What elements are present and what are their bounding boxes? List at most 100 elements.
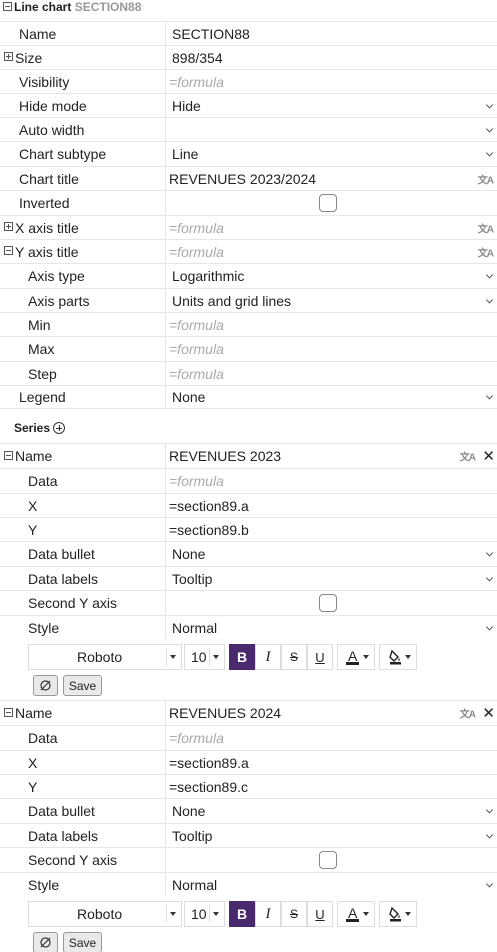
prop-label: Data xyxy=(0,726,166,750)
panel-section-name: SECTION88 xyxy=(74,0,142,14)
chevron-down-icon xyxy=(485,392,494,400)
chart-title-input[interactable]: REVENUES 2023/2024 文A xyxy=(167,167,497,190)
y-axis-title-input[interactable]: =formula 文A xyxy=(167,240,497,263)
remove-series-icon[interactable]: ✕ xyxy=(482,704,495,722)
series-data-input[interactable]: =formula xyxy=(167,726,497,750)
chevron-down-icon xyxy=(485,149,494,157)
size-field[interactable]: 898/354 xyxy=(167,46,497,69)
series-labels-row: Data labels Tooltip xyxy=(0,823,497,847)
series-bullet-row: Data bullet None xyxy=(0,541,497,566)
series-data-input[interactable]: =formula xyxy=(167,469,497,493)
prop-label: Second Y axis xyxy=(0,591,166,615)
chart-subtype-select[interactable]: Line xyxy=(167,142,497,166)
font-family-select[interactable]: Roboto xyxy=(28,901,182,927)
collapse-icon[interactable] xyxy=(4,707,13,717)
data-bullet-select[interactable]: None xyxy=(167,799,497,823)
italic-button[interactable]: I xyxy=(255,644,281,670)
series-x-row: X =section89.a xyxy=(0,493,497,517)
bold-button[interactable]: B xyxy=(229,644,255,670)
input-value: REVENUES 2024 xyxy=(169,705,282,721)
axis-type-select[interactable]: Logarithmic xyxy=(167,264,497,288)
expand-icon[interactable] xyxy=(4,52,13,61)
second-y-axis-checkbox[interactable] xyxy=(319,851,337,869)
collapse-icon[interactable] xyxy=(4,450,13,460)
bold-button[interactable]: B xyxy=(229,901,255,927)
clear-format-button[interactable] xyxy=(33,675,58,696)
prop-label: Min xyxy=(0,313,166,336)
prop-label: Style xyxy=(0,616,166,639)
series-name-input[interactable]: REVENUES 2024 文A ✕ xyxy=(167,701,497,725)
style-select[interactable]: Normal xyxy=(167,873,497,896)
underline-button[interactable]: U xyxy=(307,901,333,927)
data-labels-select[interactable]: Tooltip xyxy=(167,567,497,590)
series-x-input[interactable]: =section89.a xyxy=(167,494,497,517)
translate-icon[interactable]: 文A xyxy=(478,171,494,186)
eraser-off-icon xyxy=(40,937,51,948)
chevron-down-icon xyxy=(485,573,494,582)
prop-label: Data labels xyxy=(0,824,166,847)
underline-button[interactable]: U xyxy=(307,644,333,670)
min-input[interactable]: =formula xyxy=(167,313,497,336)
prop-label: Inverted xyxy=(0,191,166,215)
select-value: None xyxy=(172,389,206,405)
font-size-select[interactable]: 10 xyxy=(184,644,225,670)
fill-color-button[interactable] xyxy=(379,901,417,927)
clear-format-button[interactable] xyxy=(33,932,58,952)
translate-icon[interactable]: 文A xyxy=(460,706,476,721)
series-second-y-row: Second Y axis xyxy=(0,847,497,872)
style-select[interactable]: Normal xyxy=(167,616,497,639)
max-input[interactable]: =formula xyxy=(167,337,497,361)
prop-label: Chart subtype xyxy=(0,142,166,166)
add-series-icon[interactable] xyxy=(53,422,66,434)
prop-label: Auto width xyxy=(0,118,166,141)
x-axis-title-input[interactable]: =formula 文A xyxy=(167,216,497,239)
strikethrough-button[interactable]: S xyxy=(281,901,307,927)
collapse-icon[interactable] xyxy=(4,246,13,255)
series-x-row: X =section89.a xyxy=(0,750,497,774)
font-family-select[interactable]: Roboto xyxy=(28,644,182,670)
legend-select[interactable]: None xyxy=(167,386,497,408)
step-input[interactable]: =formula xyxy=(167,362,497,385)
series-y-input[interactable]: =section89.b xyxy=(167,518,497,541)
text-color-button[interactable]: A xyxy=(337,644,375,670)
fill-color-button[interactable] xyxy=(379,644,417,670)
collapse-icon[interactable] xyxy=(3,2,12,12)
paint-bucket-icon xyxy=(389,649,401,665)
data-labels-select[interactable]: Tooltip xyxy=(167,824,497,847)
auto-width-select[interactable] xyxy=(167,118,497,141)
italic-button[interactable]: I xyxy=(255,901,281,927)
series-y-input[interactable]: =section89.c xyxy=(167,775,497,798)
visibility-input[interactable]: =formula xyxy=(167,70,497,93)
second-y-axis-checkbox[interactable] xyxy=(319,594,337,612)
name-field[interactable]: SECTION88 xyxy=(167,22,497,45)
inverted-checkbox[interactable] xyxy=(319,194,337,212)
hide-mode-select[interactable]: Hide xyxy=(167,94,497,117)
series-name-input[interactable]: REVENUES 2023 文A ✕ xyxy=(167,444,497,468)
expand-icon[interactable] xyxy=(4,222,13,231)
input-placeholder: =formula xyxy=(169,243,224,260)
panel-header[interactable]: Line chart SECTION88 xyxy=(0,0,497,16)
remove-series-icon[interactable]: ✕ xyxy=(482,447,495,465)
prop-label: Y axis title xyxy=(15,243,79,260)
series-data-row: Data =formula xyxy=(0,468,497,493)
translate-icon[interactable]: 文A xyxy=(460,449,476,464)
save-button[interactable]: Save xyxy=(63,932,102,952)
text-color-button[interactable]: A xyxy=(337,901,375,927)
font-size-select[interactable]: 10 xyxy=(184,901,225,927)
data-bullet-select[interactable]: None xyxy=(167,542,497,566)
save-button[interactable]: Save xyxy=(63,675,102,696)
series-second-y-row: Second Y axis xyxy=(0,590,497,615)
series-x-input[interactable]: =section89.a xyxy=(167,751,497,774)
prop-label: Size xyxy=(15,49,43,66)
series-name-row: Name REVENUES 2024 文A ✕ xyxy=(0,700,497,725)
translate-icon[interactable]: 文A xyxy=(478,220,494,235)
prop-label: Data labels xyxy=(0,567,166,590)
translate-icon[interactable]: 文A xyxy=(478,244,494,259)
prop-axis-parts: Axis parts Units and grid lines xyxy=(0,288,497,312)
strikethrough-button[interactable]: S xyxy=(281,644,307,670)
caret-down-icon xyxy=(213,912,219,916)
axis-parts-select[interactable]: Units and grid lines xyxy=(167,289,497,312)
series-style-row: Style Normal xyxy=(0,615,497,639)
select-value: Hide xyxy=(172,97,201,114)
input-value: REVENUES 2023/2024 xyxy=(169,170,317,187)
